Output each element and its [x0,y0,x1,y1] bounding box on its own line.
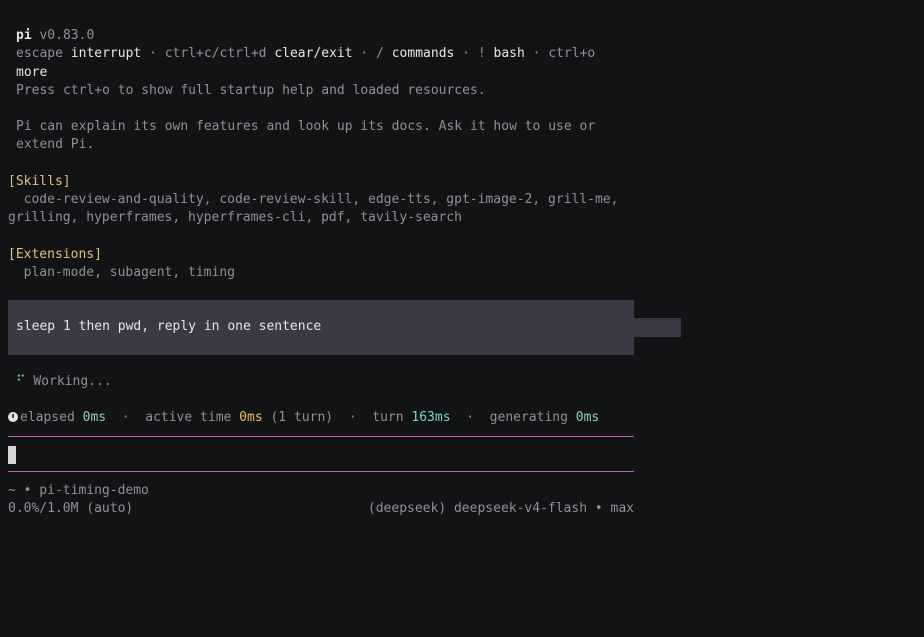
working-text: Working... [33,374,112,389]
active-value: 0ms [239,410,263,425]
app-title: pi v0.83.0 [16,27,94,45]
action-interrupt: interrupt [70,46,142,61]
key-bang: ! [477,46,486,61]
footer-path: ~ • pi-timing-demo [8,483,149,498]
skills-list-2: grilling, hyperframes, hyperframes-cli, … [8,210,462,225]
footer-model: (deepseek) deepseek-v4-flash • max [367,501,634,516]
action-bash: bash [493,46,525,61]
app-version: v0.83.0 [39,28,95,43]
action-clear-exit: clear/exit [274,46,353,61]
editor-bottom-border [8,471,634,472]
separator: · [149,46,157,61]
user-message-box-stub [634,318,681,337]
elapsed-value: 0ms [82,410,107,425]
key-slash: / [376,46,384,61]
turn-value: 163ms [411,410,451,425]
skills-list-1: code-review-and-quality, code-review-ski… [8,192,619,207]
action-commands: commands [391,46,455,61]
timing-line: elapsed 0ms · active time 0ms (1 turn) ·… [8,409,599,427]
input-cursor[interactable] [8,446,16,464]
separator: · [466,410,475,425]
working-status: ⠋ Working... [16,373,112,391]
footer-context: 0.0%/1.0M (auto) [8,501,134,516]
info-line-2: extend Pi. [16,137,95,152]
active-suffix: (1 turn) [270,410,334,425]
separator: · [462,46,471,61]
generating-label: generating [489,410,568,425]
user-message-text: sleep 1 then pwd, reply in one sentence [16,319,322,334]
active-label: active time [145,410,232,425]
turn-label: turn [372,410,404,425]
skills-title: [Skills] [8,174,71,189]
key-ctrl-o: ctrl+o [548,46,596,61]
stopwatch-icon [8,412,18,422]
keybind-hints: escape interrupt · ctrl+c/ctrl+d clear/e… [16,45,595,63]
action-more: more [16,65,48,80]
key-ctrl-c: ctrl+c/ctrl+d [164,46,267,61]
app-name: pi [16,28,32,43]
key-escape: escape [16,46,63,61]
extensions-list: plan-mode, subagent, timing [8,265,235,280]
separator: · [532,46,541,61]
help-line: Press ctrl+o to show full startup help a… [16,83,486,98]
info-line-1: Pi can explain its own features and look… [16,119,596,134]
separator: · [121,410,130,425]
separator: · [348,410,357,425]
editor-top-border [8,436,634,437]
generating-value: 0ms [575,410,600,425]
separator: · [360,46,369,61]
extensions-title: [Extensions] [8,247,102,262]
elapsed-label: elapsed [20,410,75,425]
spinner-icon: ⠋ [16,374,26,389]
